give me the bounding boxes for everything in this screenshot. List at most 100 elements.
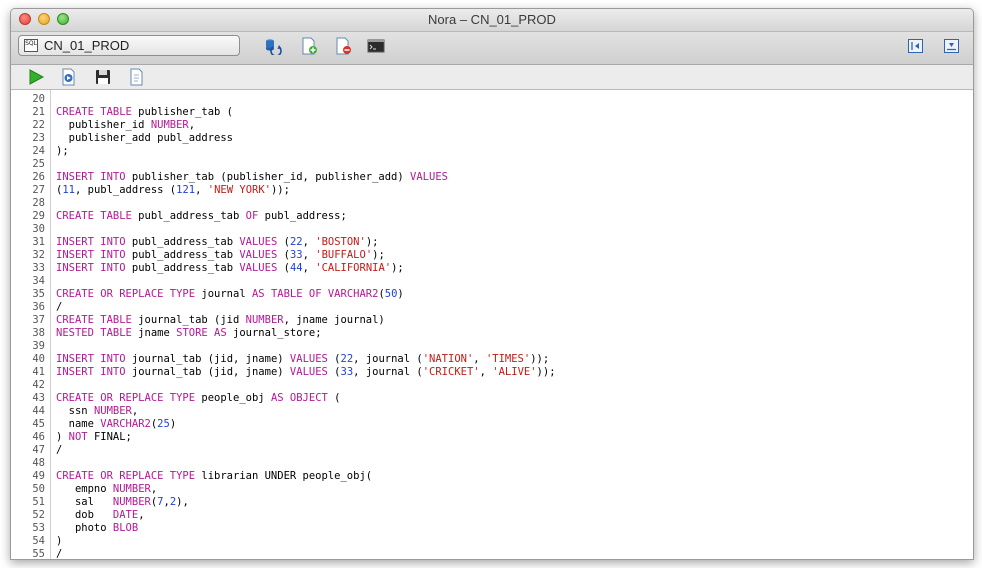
keyword-token: OF <box>245 210 259 222</box>
code-line: sal NUMBER(7,2), <box>56 496 189 509</box>
code-text: FINAL; <box>87 431 132 443</box>
code-line: INSERT INTO publ_address_tab VALUES (33,… <box>56 249 385 262</box>
number-token: 33 <box>289 249 303 261</box>
code-text: ) <box>169 418 177 430</box>
code-line: INSERT INTO journal_tab (jid, jname) VAL… <box>56 353 549 366</box>
code-line: INSERT INTO publ_address_tab VALUES (44,… <box>56 262 404 275</box>
code-text: , <box>302 249 316 261</box>
keyword-token: VALUES <box>289 353 328 365</box>
code-text: )); <box>536 366 556 378</box>
keyword-token: AS TABLE OF <box>251 288 322 300</box>
code-text: ) <box>397 288 404 300</box>
line-number: 45 <box>32 418 45 430</box>
sql-editor[interactable]: 20 21 22 23 24 25 26 27 28 29 30 31 32 33 34 35 36 37 38 39… <box>11 90 973 559</box>
code-text: ( <box>277 262 290 274</box>
line-number: 35 <box>32 288 45 300</box>
line-number: 37 <box>32 314 45 326</box>
code-text: , <box>302 262 316 274</box>
code-text: publ_address_tab <box>125 249 240 261</box>
number-token: 121 <box>176 184 196 196</box>
code-text: ); <box>365 236 379 248</box>
line-number: 34 <box>32 275 45 287</box>
line-number: 38 <box>32 327 45 339</box>
line-number-gutter: 20 21 22 23 24 25 26 27 28 29 30 31 32 33 34 35 36 37 38 39… <box>11 90 51 559</box>
code-line: CREATE OR REPLACE TYPE journal AS TABLE … <box>56 288 404 301</box>
sql-database-icon: SQL <box>24 39 38 52</box>
number-token: 25 <box>157 418 170 430</box>
string-token: 'CALIFORNIA' <box>315 262 392 274</box>
code-line: CREATE TABLE journal_tab (jid NUMBER, jn… <box>56 314 385 327</box>
code-text: publisher_tab (publisher_id, publisher_a… <box>125 171 411 183</box>
code-text: publ_address_tab <box>125 262 240 274</box>
code-text: ) <box>56 535 63 547</box>
code-text: publisher_id <box>56 119 151 131</box>
keyword-token: VALUES <box>239 236 278 248</box>
keyword-token: INSERT INTO <box>56 366 126 378</box>
panel-left-icon[interactable] <box>907 37 925 55</box>
code-text: / <box>56 444 63 456</box>
editor-toolbar <box>11 65 973 90</box>
line-number: 42 <box>32 379 45 391</box>
terminal-icon[interactable] <box>367 37 385 55</box>
code-text: , journal ( <box>353 353 423 365</box>
code-line: ); <box>56 145 69 158</box>
line-number: 23 <box>32 132 45 144</box>
line-number: 31 <box>32 236 45 248</box>
line-number: 47 <box>32 444 45 456</box>
line-number: 39 <box>32 340 45 352</box>
keyword-token: INSERT INTO <box>56 262 126 274</box>
export-icon[interactable] <box>128 68 146 86</box>
keyword-token: VARCHAR2 <box>327 288 379 300</box>
code-line: publisher_id NUMBER, <box>56 119 195 132</box>
new-document-icon[interactable] <box>300 37 318 55</box>
refresh-connection-icon[interactable] <box>264 37 282 55</box>
code-line: / <box>56 444 62 457</box>
line-number: 22 <box>32 119 45 131</box>
code-line: ssn NUMBER, <box>56 405 139 418</box>
line-number: 36 <box>32 301 45 313</box>
keyword-token: NUMBER <box>112 496 151 508</box>
string-token: 'ALIVE' <box>492 366 537 378</box>
run-icon[interactable] <box>27 68 45 86</box>
code-line: dob DATE, <box>56 509 145 522</box>
code-line: CREATE OR REPLACE TYPE librarian UNDER p… <box>56 470 372 483</box>
code-text: photo <box>56 522 113 534</box>
keyword-token: CREATE OR REPLACE TYPE <box>56 470 196 482</box>
keyword-token: STORE AS <box>176 327 227 339</box>
line-number: 53 <box>32 522 45 534</box>
code-text: , <box>138 509 145 521</box>
code-text: people_obj <box>195 392 271 404</box>
line-number: 43 <box>32 392 45 404</box>
code-text: dob <box>56 509 113 521</box>
delete-document-icon[interactable] <box>334 37 352 55</box>
code-text: ( <box>327 366 341 378</box>
line-number: 32 <box>32 249 45 261</box>
save-icon[interactable] <box>94 68 112 86</box>
code-line: name VARCHAR2(25) <box>56 418 177 431</box>
code-text: publisher_tab ( <box>131 106 234 118</box>
keyword-token: CREATE TABLE <box>56 106 132 118</box>
line-number: 50 <box>32 483 45 495</box>
code-text: ssn <box>56 405 94 417</box>
keyword-token: BLOB <box>112 522 139 534</box>
keyword-token: INSERT INTO <box>56 249 126 261</box>
code-text: ( <box>327 353 341 365</box>
line-number: 33 <box>32 262 45 274</box>
line-number: 49 <box>32 470 45 482</box>
code-text: , <box>479 366 493 378</box>
code-text: , jname journal) <box>283 314 385 326</box>
run-script-icon[interactable] <box>60 68 78 86</box>
keyword-token: NESTED TABLE <box>56 327 132 339</box>
app-window: Nora – CN_01_PROD SQL CN_01_PROD 20 21 2… <box>10 8 974 560</box>
connection-select[interactable]: SQL CN_01_PROD <box>18 35 240 56</box>
line-number: 29 <box>32 210 45 222</box>
panel-bottom-icon[interactable] <box>943 37 961 55</box>
code-text: ); <box>56 145 69 157</box>
keyword-token: INSERT INTO <box>56 353 126 365</box>
code-line: CREATE TABLE publ_address_tab OF publ_ad… <box>56 210 347 223</box>
keyword-token: VALUES <box>239 249 278 261</box>
code-text: , <box>195 184 208 196</box>
code-line: CREATE OR REPLACE TYPE people_obj AS OBJ… <box>56 392 341 405</box>
string-token: 'CRICKET' <box>422 366 480 378</box>
keyword-token: CREATE OR REPLACE TYPE <box>56 288 196 300</box>
